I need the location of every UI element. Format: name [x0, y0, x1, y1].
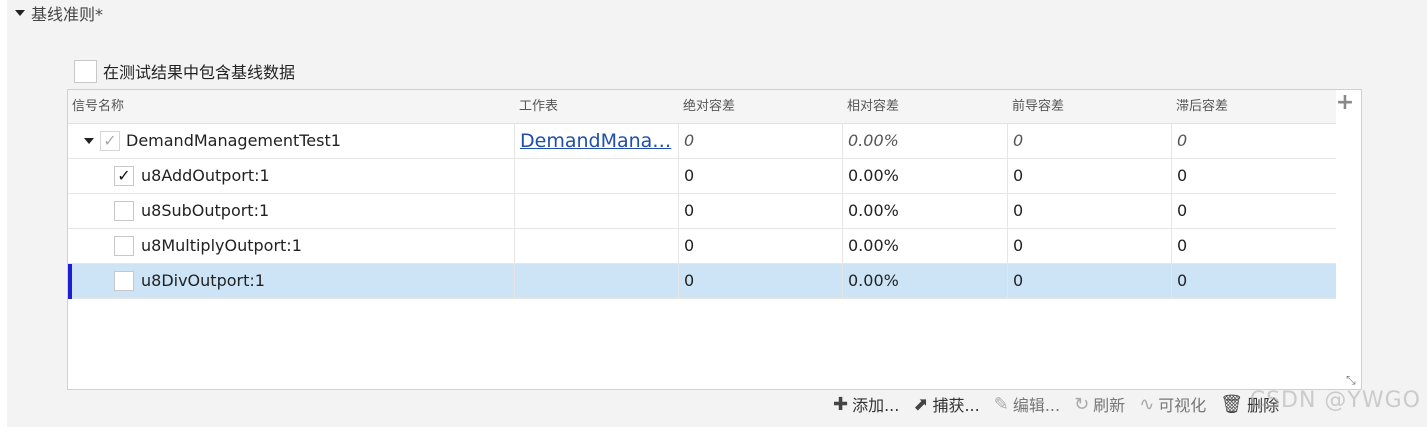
signal-checkbox[interactable]: [114, 236, 134, 256]
lead-tol-cell[interactable]: 0: [1008, 159, 1172, 193]
section-title: 基线准则*: [31, 5, 104, 24]
group-lag-tol[interactable]: 0: [1172, 124, 1336, 158]
abs-tol-cell[interactable]: 0: [679, 229, 843, 263]
signal-name: u8MultiplyOutport:1: [141, 236, 302, 255]
signal-name: u8AddOutport:1: [141, 166, 270, 185]
header-abs-tol[interactable]: 绝对容差: [679, 90, 735, 123]
signal-checkbox[interactable]: ✓: [114, 166, 134, 186]
header-lag-tol[interactable]: 滞后容差: [1172, 90, 1228, 123]
abs-tol-cell[interactable]: 0: [679, 264, 843, 298]
baseline-toolbar: ✚ 添加... ⬈ 捕获... ✎ 编辑... ↻ 刷新 ∿ 可视化 🗑 删除: [833, 390, 1293, 418]
rel-tol-cell[interactable]: 0.00%: [843, 229, 1008, 263]
visualize-button[interactable]: ∿ 可视化: [1139, 392, 1206, 416]
group-rel-tol[interactable]: 0.00%: [843, 124, 1008, 158]
signal-name: u8SubOutport:1: [141, 201, 270, 220]
table-row-group[interactable]: ✓ DemandManagementTest1 DemandMana… 0 0.…: [68, 124, 1336, 159]
capture-icon: ⬈: [913, 393, 929, 415]
header-lead-tol[interactable]: 前导容差: [1008, 90, 1064, 123]
trash-icon: 🗑: [1220, 393, 1244, 415]
rel-tol-cell[interactable]: 0.00%: [843, 264, 1008, 298]
refresh-icon: ↻: [1074, 393, 1090, 415]
lag-tol-cell[interactable]: 0: [1172, 194, 1336, 228]
add-button[interactable]: ✚ 添加...: [833, 392, 899, 416]
abs-tol-cell[interactable]: 0: [679, 159, 843, 193]
include-baseline-option[interactable]: 在测试结果中包含基线数据: [74, 59, 295, 83]
header-signal-name[interactable]: 信号名称: [68, 90, 124, 123]
chart-icon: ∿: [1139, 393, 1155, 415]
rel-tol-cell[interactable]: 0.00%: [843, 194, 1008, 228]
abs-tol-cell[interactable]: 0: [679, 194, 843, 228]
table-row[interactable]: u8MultiplyOutport:1 0 0.00% 0 0: [68, 229, 1336, 264]
resize-grip-icon[interactable]: ⤡: [1346, 374, 1358, 386]
signal-name: u8DivOutport:1: [141, 271, 265, 290]
expand-triangle-icon[interactable]: [84, 138, 94, 144]
add-column-plus-icon[interactable]: +: [1334, 92, 1356, 114]
group-lead-tol[interactable]: 0: [1008, 124, 1172, 158]
header-worksheet[interactable]: 工作表: [515, 90, 558, 123]
worksheet-cell: [515, 159, 679, 193]
table-header: 信号名称 工作表 绝对容差 相对容差 前导容差 滞后容差: [68, 90, 1336, 124]
signal-checkbox[interactable]: [114, 271, 134, 291]
section-header[interactable]: 基线准则*: [15, 2, 103, 24]
pencil-icon: ✎: [993, 393, 1009, 415]
group-checkbox[interactable]: ✓: [100, 131, 120, 151]
group-name: DemandManagementTest1: [126, 131, 341, 150]
lag-tol-cell[interactable]: 0: [1172, 229, 1336, 263]
worksheet-cell: [515, 264, 679, 298]
include-baseline-label: 在测试结果中包含基线数据: [103, 63, 296, 82]
table-row[interactable]: u8SubOutport:1 0 0.00% 0 0: [68, 194, 1336, 229]
table-row-selected[interactable]: u8DivOutport:1 0 0.00% 0 0: [68, 264, 1336, 299]
table-row[interactable]: ✓ u8AddOutport:1 0 0.00% 0 0: [68, 159, 1336, 194]
group-abs-tol[interactable]: 0: [679, 124, 843, 158]
refresh-button[interactable]: ↻ 刷新: [1074, 392, 1125, 416]
lag-tol-cell[interactable]: 0: [1172, 264, 1336, 298]
worksheet-cell: [515, 229, 679, 263]
worksheet-cell: [515, 194, 679, 228]
watermark: CSDN @YWGO: [1249, 388, 1421, 413]
plus-icon: ✚: [833, 393, 849, 415]
baseline-table: 信号名称 工作表 绝对容差 相对容差 前导容差 滞后容差 + ✓ DemandM…: [67, 89, 1362, 390]
lag-tol-cell[interactable]: 0: [1172, 159, 1336, 193]
lead-tol-cell[interactable]: 0: [1008, 264, 1172, 298]
collapse-triangle-icon[interactable]: [15, 10, 25, 16]
lead-tol-cell[interactable]: 0: [1008, 229, 1172, 263]
include-baseline-checkbox[interactable]: [74, 59, 97, 83]
header-rel-tol[interactable]: 相对容差: [843, 90, 899, 123]
edit-button[interactable]: ✎ 编辑...: [994, 392, 1060, 416]
worksheet-link[interactable]: DemandMana…: [520, 130, 671, 152]
capture-button[interactable]: ⬈ 捕获...: [913, 392, 979, 416]
rel-tol-cell[interactable]: 0.00%: [843, 159, 1008, 193]
signal-checkbox[interactable]: [114, 201, 134, 221]
lead-tol-cell[interactable]: 0: [1008, 194, 1172, 228]
